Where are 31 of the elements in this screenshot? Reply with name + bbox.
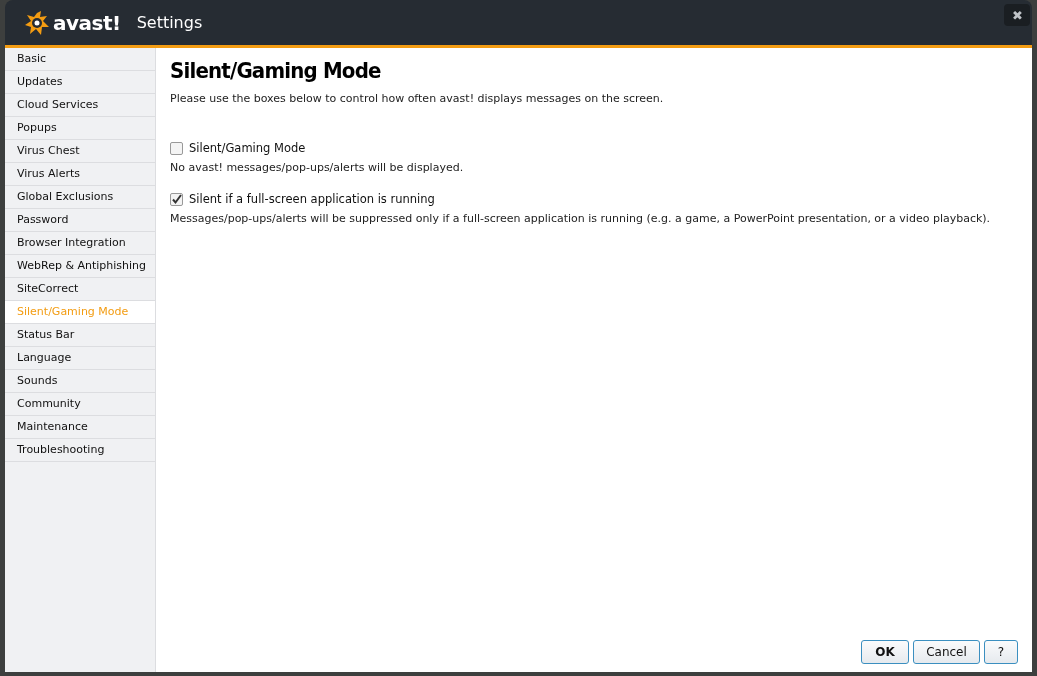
option-description: Messages/pop-ups/alerts will be suppressed only if a full-screen application is running (e.g. a game, a PowerPoint presentation, or a video playback). [170,212,992,225]
sidebar-item[interactable]: Browser Integration [5,232,155,255]
intro-text: Please use the boxes below to control how often avast! displays messages on the screen. [170,92,665,105]
page-heading: Silent/Gaming Mode [170,58,382,83]
sidebar-item[interactable]: Sounds [5,370,155,393]
close-button[interactable]: ✖ [1004,4,1030,26]
ok-button[interactable]: OK [861,640,909,664]
cancel-button[interactable]: Cancel [913,640,980,664]
logo-text: avast! [53,10,121,35]
sidebar-item[interactable]: Virus Alerts [5,163,155,186]
help-button[interactable]: ? [984,640,1018,664]
sidebar-item[interactable]: Updates [5,71,155,94]
logo-splat-icon [23,8,51,37]
checkbox[interactable] [170,141,183,155]
sidebar-item[interactable]: Password [5,209,155,232]
option-description: No avast! messages/pop-ups/alerts will be displayed. [170,161,465,174]
sidebar-item[interactable]: Language [5,347,155,370]
window-title: Settings [136,13,203,32]
sidebar-item[interactable]: Cloud Services [5,94,155,117]
sidebar-item[interactable]: Community [5,393,155,416]
sidebar-item[interactable]: Basic [5,48,155,71]
checkbox-label: Silent/Gaming Mode [189,141,306,155]
sidebar-item[interactable]: Maintenance [5,416,155,439]
checkbox[interactable] [170,192,183,206]
sidebar-item[interactable]: Troubleshooting [5,439,155,462]
sidebar-item[interactable]: Popups [5,117,155,140]
sidebar-item[interactable]: Status Bar [5,324,155,347]
checkbox-label: Silent if a full-screen application is running [189,192,435,206]
sidebar-item[interactable]: WebRep & Antiphishing [5,255,155,278]
sidebar-item[interactable]: Virus Chest [5,140,155,163]
sidebar-item[interactable]: Global Exclusions [5,186,155,209]
